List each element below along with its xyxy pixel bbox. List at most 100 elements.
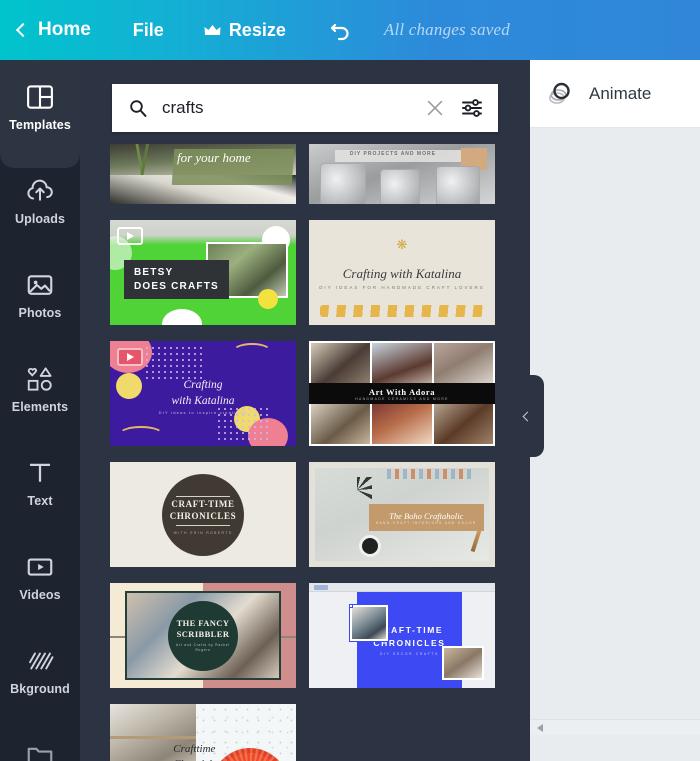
template-subtitle: HANDMADE CERAMICS AND MORE: [355, 396, 449, 401]
play-triangle-icon: [126, 353, 134, 361]
template-card-grey-jars[interactable]: DIY PROJECTS AND MORE: [309, 144, 495, 204]
undo-arrow-icon: [330, 23, 349, 41]
template-title: BETSY DOES CRAFTS: [124, 260, 229, 299]
photo-inset[interactable]: [441, 646, 484, 680]
search-input[interactable]: [162, 98, 424, 118]
template-subtitle: Art and Crafts by Rachel Rogers: [176, 643, 230, 653]
template-row: Crafting with Katalina DIY ideas to insp…: [80, 341, 530, 446]
template-subtitle: DIY ideas to inspire creativity: [158, 410, 248, 416]
play-triangle-icon: [126, 232, 134, 240]
sidebar-item-label: Bkground: [10, 682, 70, 696]
photo-icon: [27, 275, 53, 295]
title-line-2: with Katalina: [171, 395, 235, 408]
chevron-left-icon: [15, 22, 31, 38]
template-card-the-boho-craftaholic[interactable]: The Boho Craftaholic HAND-CRAFT INTERIOR…: [309, 462, 495, 567]
template-card-crafting-with-katalina-cream[interactable]: ❋ Crafting with Katalina DIY IDEAS FOR H…: [309, 220, 495, 325]
title-line-1: Crafting: [183, 378, 223, 391]
sidebar-item-folders[interactable]: Folders: [0, 718, 80, 761]
file-menu-button[interactable]: File: [133, 20, 164, 41]
template-card-craft-time-chronicles-blue[interactable]: CRAFT-TIME CHRONICLES DIY DECOR CRAFTS: [309, 583, 495, 688]
undo-button[interactable]: [328, 18, 354, 42]
template-title: Crafting with Katalina: [342, 266, 462, 282]
chevron-left-icon: [522, 411, 533, 421]
divider: [176, 524, 230, 526]
template-card-the-fancy-scribbler[interactable]: THE FANCY SCRIBBLER Art and Crafts by Ra…: [110, 583, 296, 688]
squiggle-decoration: [232, 343, 272, 361]
browser-bar: [309, 583, 495, 592]
sidebar-item-videos[interactable]: Videos: [0, 530, 80, 624]
sidebar-item-uploads[interactable]: Uploads: [0, 154, 80, 248]
template-row: Crafttime Chronicles WITH LAURA MARQUEZ: [80, 704, 530, 761]
template-title: CRAFT-TIME CHRONICLES: [170, 499, 237, 522]
home-label: Home: [38, 19, 91, 40]
sidebar-item-text[interactable]: Text: [0, 436, 80, 530]
home-button[interactable]: Home: [15, 19, 91, 41]
top-toolbar: Home File Resize All changes saved: [0, 0, 700, 60]
template-card-craft-time-chronicles-circle[interactable]: CRAFT-TIME CHRONICLES WITH ERIN ROBERTS: [110, 462, 296, 567]
template-card-art-with-adora[interactable]: Art With Adora HANDMADE CERAMICS AND MOR…: [309, 341, 495, 446]
title-line-2: DOES CRAFTS: [134, 280, 219, 292]
template-title: THE FANCY SCRIBBLER: [177, 618, 230, 640]
search-icon: [130, 100, 147, 117]
circle-badge: THE FANCY SCRIBBLER Art and Crafts by Ra…: [168, 600, 238, 671]
folder-icon: [27, 747, 53, 761]
template-subtitle: WITH ERIN ROBERTS: [173, 530, 233, 535]
animate-button[interactable]: Animate: [530, 60, 700, 128]
animate-circles-icon: [549, 82, 570, 104]
url-pill: [314, 585, 328, 590]
close-x-icon[interactable]: [424, 97, 446, 119]
triangle-left-icon[interactable]: [537, 723, 543, 732]
template-row: BETSY DOES CRAFTS ❋ Crafting with Katali…: [80, 220, 530, 325]
photo-inset[interactable]: [348, 604, 388, 641]
sidebar-item-photos[interactable]: Photos: [0, 248, 80, 342]
template-results-grid[interactable]: for your home DIY PROJECTS AND MORE BETS…: [80, 144, 530, 761]
play-badge[interactable]: [117, 227, 143, 245]
title-line-2: Chronicles: [173, 757, 221, 761]
template-card-crafttime-chronicles-flower[interactable]: Crafttime Chronicles WITH LAURA MARQUEZ: [110, 704, 296, 761]
resize-button[interactable]: Resize: [204, 20, 286, 41]
sidebar-item-label: Elements: [11, 400, 69, 414]
resize-label: Resize: [228, 19, 286, 40]
left-sidebar: Templates Uploads Photos Elements Text V…: [0, 60, 80, 761]
template-row: for your home DIY PROJECTS AND MORE: [80, 144, 530, 204]
title-line-1: Crafttime: [173, 742, 216, 755]
resize-handle[interactable]: [348, 604, 353, 608]
sidebar-item-elements[interactable]: Elements: [0, 342, 80, 436]
sidebar-item-label: Photos: [18, 306, 62, 320]
lemon-graphic: [258, 289, 278, 309]
divider: [176, 496, 230, 498]
jar-graphic: [379, 169, 420, 204]
template-subtitle: HAND-CRAFT INTERIORS AND DECOR: [375, 520, 477, 525]
title-line-2: SCRIBBLER: [176, 629, 230, 640]
filter-sliders-icon[interactable]: [460, 96, 484, 120]
collapse-panel-handle[interactable]: [508, 375, 544, 457]
bunting-graphic: [387, 469, 473, 480]
title-band: The Boho Craftaholic HAND-CRAFT INTERIOR…: [368, 504, 484, 532]
template-subtitle: DIY IDEAS FOR HANDMADE CRAFT LOVERS: [319, 285, 485, 291]
templates-panel: for your home DIY PROJECTS AND MORE BETS…: [80, 60, 530, 761]
title-line-1: CRAFT-TIME: [171, 499, 235, 510]
cup-graphic: [359, 534, 382, 557]
text-t-icon: [30, 463, 50, 482]
template-title: The Boho Craftaholic: [389, 510, 464, 521]
template-subtitle: DIY DECOR CRAFTS: [380, 652, 439, 657]
gold-brush-strip: [320, 305, 484, 317]
sidebar-item-templates[interactable]: Templates: [0, 60, 80, 168]
video-play-icon: [27, 558, 53, 576]
file-label: File: [132, 19, 164, 40]
template-title: Art With Adora: [368, 386, 436, 397]
horizontal-scrollbar[interactable]: [530, 719, 700, 735]
template-card-for-your-home[interactable]: for your home: [110, 144, 296, 204]
youtube-play-badge[interactable]: [117, 348, 143, 366]
template-card-betsy-does-crafts[interactable]: BETSY DOES CRAFTS: [110, 220, 296, 325]
sidebar-item-label: Videos: [19, 588, 61, 602]
cloud-upload-icon: [27, 179, 53, 201]
squiggle-decoration: [118, 426, 164, 444]
sidebar-item-bkground[interactable]: Bkground: [0, 624, 80, 718]
editor-area: Animate: [530, 60, 700, 761]
template-card-crafting-with-katalina-purple[interactable]: Crafting with Katalina DIY ideas to insp…: [110, 341, 296, 446]
search-bar[interactable]: [112, 84, 498, 132]
design-canvas-area[interactable]: [530, 128, 700, 735]
sidebar-item-label: Text: [27, 494, 53, 508]
hatch-pattern-icon: [29, 652, 54, 670]
